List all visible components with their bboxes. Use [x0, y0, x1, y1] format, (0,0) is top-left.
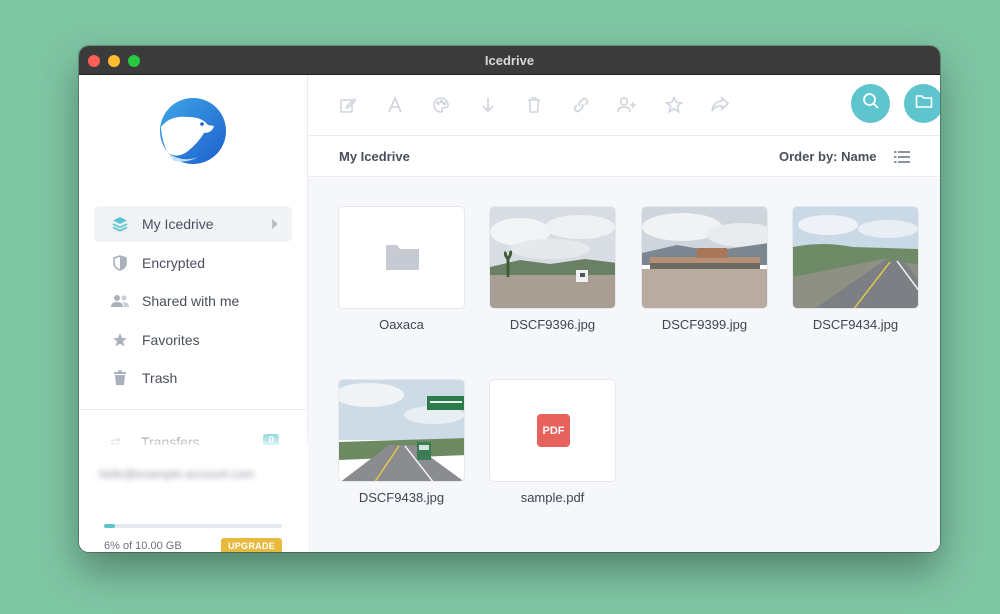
sidebar-item-label: Encrypted — [142, 254, 206, 271]
file-grid: Oaxaca DSCF9396.jpg DSCF9399.jpg DSCF943… — [308, 178, 940, 552]
sidebar-item-trash[interactable]: Trash — [94, 360, 292, 396]
file-tile[interactable]: DSCF9438.jpg — [338, 379, 465, 505]
order-by-dropdown[interactable]: Order by: Name — [779, 149, 877, 164]
trash-icon — [110, 368, 130, 388]
image-thumbnail — [338, 379, 465, 482]
file-tile[interactable]: DSCF9399.jpg — [641, 206, 768, 332]
file-tile[interactable]: DSCF9434.jpg — [792, 206, 919, 332]
link-icon[interactable] — [570, 94, 592, 116]
shield-icon — [110, 253, 130, 273]
download-icon[interactable] — [477, 94, 499, 116]
file-tile[interactable]: DSCF9396.jpg — [489, 206, 616, 332]
add-user-icon[interactable] — [616, 94, 638, 116]
search-button[interactable] — [851, 84, 890, 123]
main-panel: My Icedrive Order by: Name Oaxaca DSCF93… — [308, 75, 940, 552]
sidebar-item-my-icedrive[interactable]: My Icedrive — [94, 206, 292, 242]
color-icon[interactable] — [430, 94, 452, 116]
file-name: DSCF9399.jpg — [661, 317, 748, 332]
upgrade-button[interactable]: UPGRADE — [221, 538, 282, 552]
list-view-icon[interactable] — [893, 148, 911, 166]
star-icon — [110, 330, 130, 350]
delete-icon[interactable] — [523, 94, 545, 116]
window-title: Icedrive — [484, 53, 535, 68]
file-name: DSCF9434.jpg — [812, 317, 899, 332]
sidebar-item-label: Shared with me — [142, 293, 240, 309]
pdf-icon: PDF — [537, 414, 570, 447]
folder-icon — [386, 245, 419, 270]
breadcrumb[interactable]: My Icedrive — [339, 149, 410, 164]
sidebar-item-label: Trash — [142, 370, 178, 386]
file-name: Oaxaca — [379, 317, 424, 332]
image-thumbnail — [489, 206, 616, 309]
file-tile[interactable]: Oaxaca — [338, 206, 465, 332]
sidebar-item-label: Favorites — [142, 331, 200, 348]
sidebar: My Icedrive Encrypted Shared with me Fav… — [79, 75, 308, 552]
toolbar — [308, 75, 940, 136]
share-icon[interactable] — [709, 94, 731, 116]
new-folder-button[interactable] — [904, 84, 940, 123]
storage-usage-text: 6% of 10.00 GB — [104, 540, 182, 552]
sidebar-item-encrypted[interactable]: Encrypted — [94, 245, 292, 281]
search-icon — [862, 92, 880, 115]
sidebar-item-label: My Icedrive — [142, 216, 214, 232]
sidebar-divider — [79, 409, 308, 410]
storage-progress-fill — [104, 524, 115, 528]
storage-progress-bar — [104, 524, 282, 528]
account-panel: hello@example-account.com 6% of 10.00 GB… — [79, 445, 308, 552]
account-email: hello@example-account.com — [99, 467, 254, 481]
file-name: DSCF9438.jpg — [358, 490, 445, 505]
image-thumbnail — [641, 206, 768, 309]
sidebar-nav: My Icedrive Encrypted Shared with me Fav… — [94, 206, 292, 399]
folder-icon — [915, 93, 933, 114]
file-name: DSCF9396.jpg — [509, 317, 596, 332]
edit-icon[interactable] — [337, 94, 359, 116]
icedrive-logo — [158, 97, 228, 165]
content-header: My Icedrive Order by: Name — [308, 137, 940, 177]
file-tile[interactable]: PDF sample.pdf — [489, 379, 616, 505]
image-thumbnail — [792, 206, 919, 309]
rename-icon[interactable] — [384, 94, 406, 116]
sidebar-item-favorites[interactable]: Favorites — [94, 322, 292, 358]
sidebar-item-shared[interactable]: Shared with me — [94, 283, 292, 319]
title-bar: Icedrive — [79, 46, 940, 75]
folder-thumbnail — [338, 206, 465, 309]
pdf-thumbnail: PDF — [489, 379, 616, 482]
layers-icon — [110, 214, 130, 234]
favorite-icon[interactable] — [663, 94, 685, 116]
chevron-right-icon — [272, 219, 278, 229]
users-icon — [110, 291, 130, 311]
app-window: Icedrive My Icedrive Encrypted Shared wi… — [79, 46, 940, 552]
file-name: sample.pdf — [520, 490, 585, 505]
